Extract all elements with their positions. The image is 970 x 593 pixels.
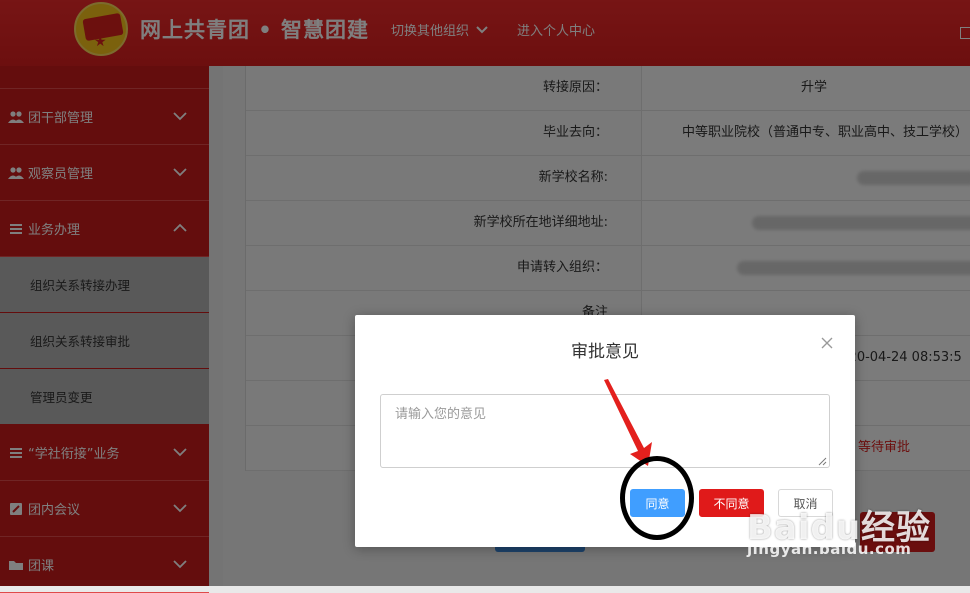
- dialog-title: 审批意见: [571, 342, 639, 362]
- annotation-arrow-icon: [604, 379, 652, 466]
- baidu-watermark: Baidu经验 jingyan.baidu.com: [747, 500, 931, 558]
- resize-grip-icon[interactable]: [817, 456, 827, 466]
- annotation-circle: [620, 456, 694, 540]
- watermark-url: jingyan.baidu.com: [747, 540, 912, 558]
- close-icon[interactable]: [821, 337, 833, 349]
